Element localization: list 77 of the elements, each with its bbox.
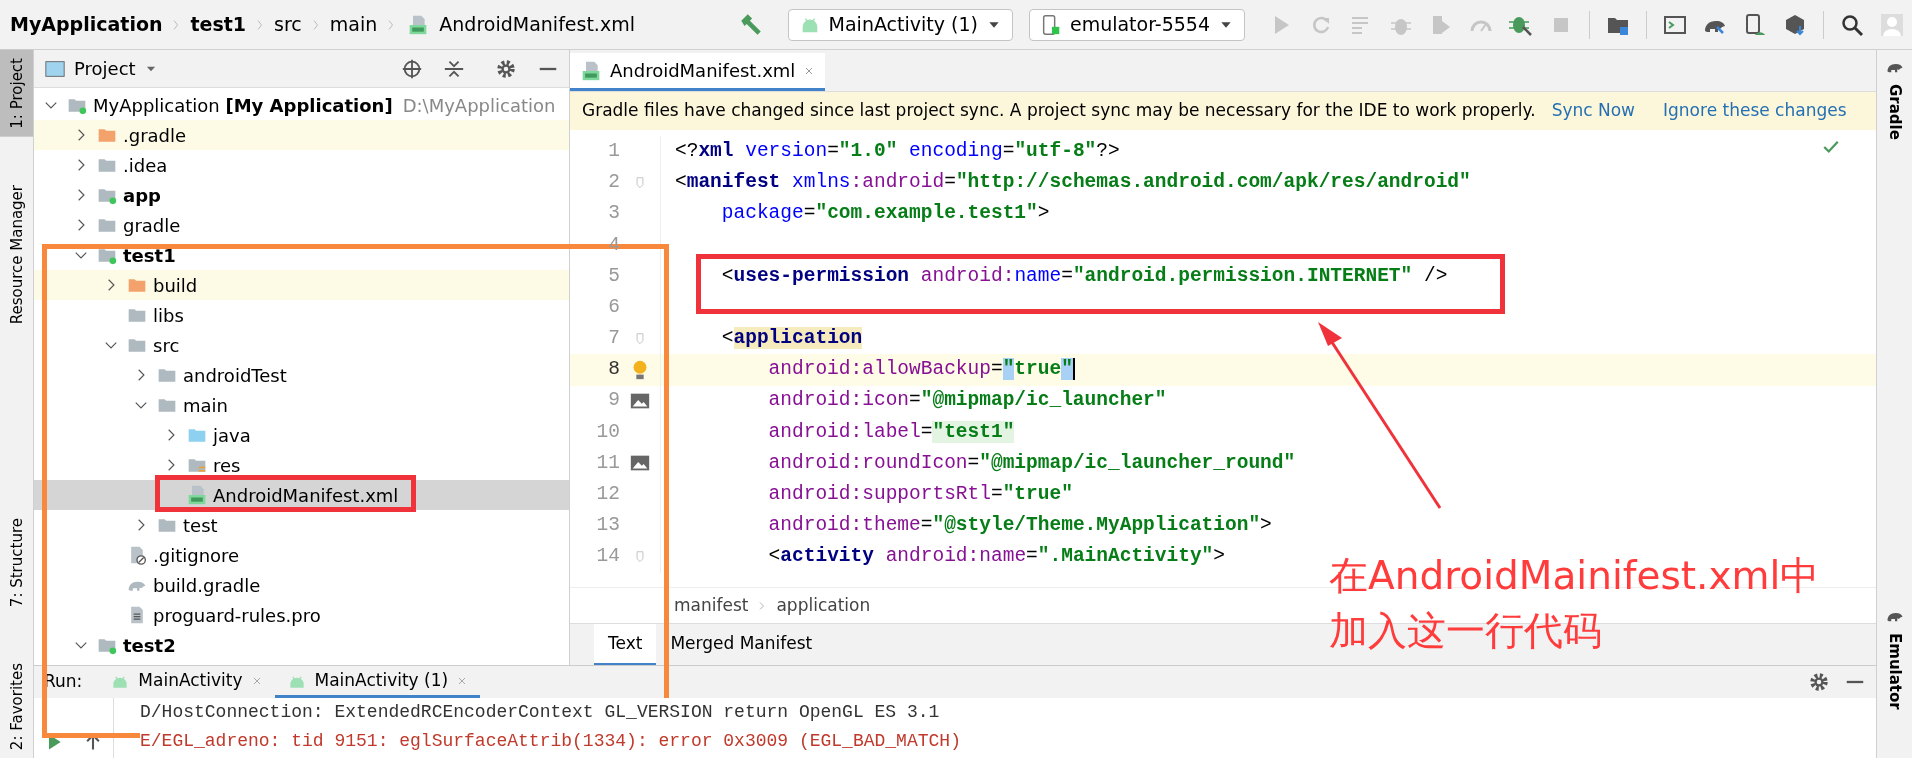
code-line: android:allowBackup="true" [767,357,1075,383]
line-number: 6 [607,294,620,320]
code-line: android:icon="@mipmap/ic_launcher" [767,388,1167,414]
search-icon[interactable] [1840,12,1864,37]
tool-window-tab[interactable]: Emulator [1877,625,1912,718]
tree-item[interactable]: libs [34,300,569,330]
tree-item[interactable]: MyApplication [My Application] D:\MyApplication [34,90,569,120]
tree-item[interactable]: proguard-rules.pro [34,600,569,630]
tool-window-tab[interactable]: 2: Favorites [0,654,33,758]
tree-item[interactable]: gradle [34,210,569,240]
tree-item[interactable]: res [34,450,569,480]
tree-item[interactable]: .gradle [34,120,569,150]
tree-item[interactable]: build.gradle [34,570,569,600]
tree-item[interactable]: androidTest [34,360,569,390]
line-number: 8 [607,357,620,383]
tree-item[interactable]: build [34,270,569,300]
breadcrumb-item[interactable]: test1 [190,10,247,39]
line-number: 12 [595,482,620,508]
line-number: 11 [595,450,620,476]
line-number: 4 [607,232,620,258]
path-item[interactable]: manifest [674,592,749,619]
editor-mode-tab[interactable]: Text [594,624,657,666]
code-line: android:roundIcon="@mipmap/ic_launcher_round" [767,450,1296,476]
run-tab[interactable]: MainActivity [98,666,275,698]
code-line: <manifest xmlns:android="http://schemas.android.com/apk/res/android" [675,170,1471,196]
line-number: 13 [595,513,620,539]
line-number: 14 [595,544,620,570]
annotation-text: 在AndroidMainifest.xml中 加入这一行代码 [1329,552,1820,655]
crosshair-icon[interactable] [401,57,423,80]
cube-icon[interactable] [1783,12,1807,37]
banner-link[interactable]: Sync Now [1551,98,1636,124]
tool-window-tab[interactable]: 1: Project [0,50,33,137]
breadcrumb-item[interactable]: main [329,10,378,39]
tree-item[interactable]: AndroidManifest.xml [34,480,569,510]
editor-tab[interactable]: AndroidManifest.xml [570,53,826,91]
tree-item[interactable]: main [34,390,569,420]
breadcrumb-item[interactable]: AndroidManifest.xml [439,10,635,39]
line-number: 1 [607,138,620,164]
settings-icon[interactable] [495,57,517,80]
editor-mode-tab[interactable]: Merged Manifest [656,624,827,666]
breadcrumb-item[interactable]: src [274,10,302,39]
run-configuration-dropdown[interactable]: MainActivity (1) [787,8,1013,41]
tree-item[interactable]: .gitignore [34,540,569,570]
code-line: <activity android:name=".MainActivity"> [767,544,1225,570]
tool-window-tab[interactable]: Resource Manager [0,176,33,332]
line-number: 9 [607,388,620,414]
path-item[interactable]: application [776,592,871,619]
checkmark-icon [1822,138,1840,156]
tree-item[interactable]: .idea [34,150,569,180]
line-number: 5 [607,263,620,289]
tool-window-tab[interactable]: 7: Structure [0,509,33,615]
breadcrumb-item[interactable]: MyApplication [10,10,163,39]
device-dropdown[interactable]: emulator-5554 [1028,8,1245,41]
line-number: 10 [595,419,620,445]
code-line: <application [720,326,863,352]
tree-item[interactable]: test2 [34,630,569,660]
code-line: android:label="test1" [767,419,1015,445]
banner-text: Gradle files have changed since last project sync. A project sync may be necessary for the IDE to work properly. [582,99,1536,123]
tool-window-tab[interactable]: Gradle [1877,76,1912,148]
line-number: 2 [607,170,620,196]
panel-title[interactable]: Project [74,55,136,82]
code-line: <?xml version="1.0" encoding="utf-8"?> [675,138,1120,164]
settings-icon[interactable] [1808,671,1830,693]
banner-link[interactable]: Ignore these changes [1663,98,1847,124]
tree-item[interactable]: test [34,510,569,540]
code-line: package="com.example.test1"> [720,201,1050,227]
code-line: <uses-permission android:name="android.permission.INTERNET" /> [720,263,1448,289]
tree-item[interactable]: src [34,330,569,360]
tree-item[interactable]: test1 [34,240,569,270]
manifest-file-icon [186,485,208,505]
line-number: 7 [607,326,620,352]
code-line: android:theme="@style/Theme.MyApplication"> [767,513,1272,539]
tree-item[interactable]: app [34,180,569,210]
line-number: 3 [607,201,620,227]
tree-item[interactable]: java [34,420,569,450]
code-line: android:supportsRtl="true" [767,482,1073,508]
manifest-file-icon [580,60,602,81]
